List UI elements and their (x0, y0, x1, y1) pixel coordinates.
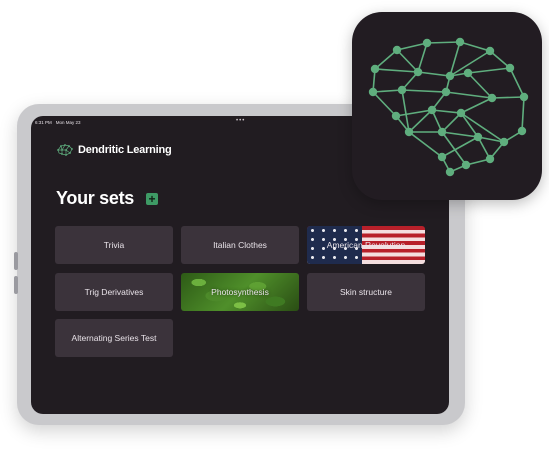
brain-icon (57, 144, 73, 156)
set-card-label: Skin structure (340, 287, 392, 297)
brand-header[interactable]: Dendritic Learning (57, 144, 172, 156)
tablet-side-button (14, 276, 18, 294)
multitask-dots[interactable]: ••• (236, 118, 245, 124)
set-card-skin-structure[interactable]: Skin structure (307, 273, 425, 311)
set-card-american-revolution[interactable]: American Revolution (307, 226, 425, 264)
brain-network-icon (368, 37, 529, 177)
set-card-label: American Revolution (326, 240, 406, 250)
set-card-label: Italian Clothes (213, 240, 267, 250)
set-card-label: Alternating Series Test (71, 333, 157, 343)
add-set-button[interactable]: + (146, 192, 158, 205)
set-card-photosynthesis[interactable]: Photosynthesis (181, 273, 299, 311)
status-date: Mon May 23 (55, 120, 81, 125)
page-title: Your sets (56, 188, 134, 208)
set-card-label: Trig Derivatives (84, 287, 144, 297)
set-card-italian-clothes[interactable]: Italian Clothes (181, 226, 299, 264)
set-card-label: Photosynthesis (211, 287, 269, 297)
tablet-side-button (14, 252, 18, 270)
app-icon-tile (352, 12, 542, 200)
set-card-label: Trivia (103, 240, 125, 250)
status-time: 6:31 PM (35, 120, 52, 125)
set-card-trig-derivatives[interactable]: Trig Derivatives (55, 273, 173, 311)
set-card-alternating-series-test[interactable]: Alternating Series Test (55, 319, 173, 357)
status-bar: 6:31 PM Mon May 23 (35, 120, 81, 125)
set-card-trivia[interactable]: Trivia (55, 226, 173, 264)
app-name: Dendritic Learning (78, 144, 172, 156)
sets-header: Your sets + (56, 188, 158, 209)
